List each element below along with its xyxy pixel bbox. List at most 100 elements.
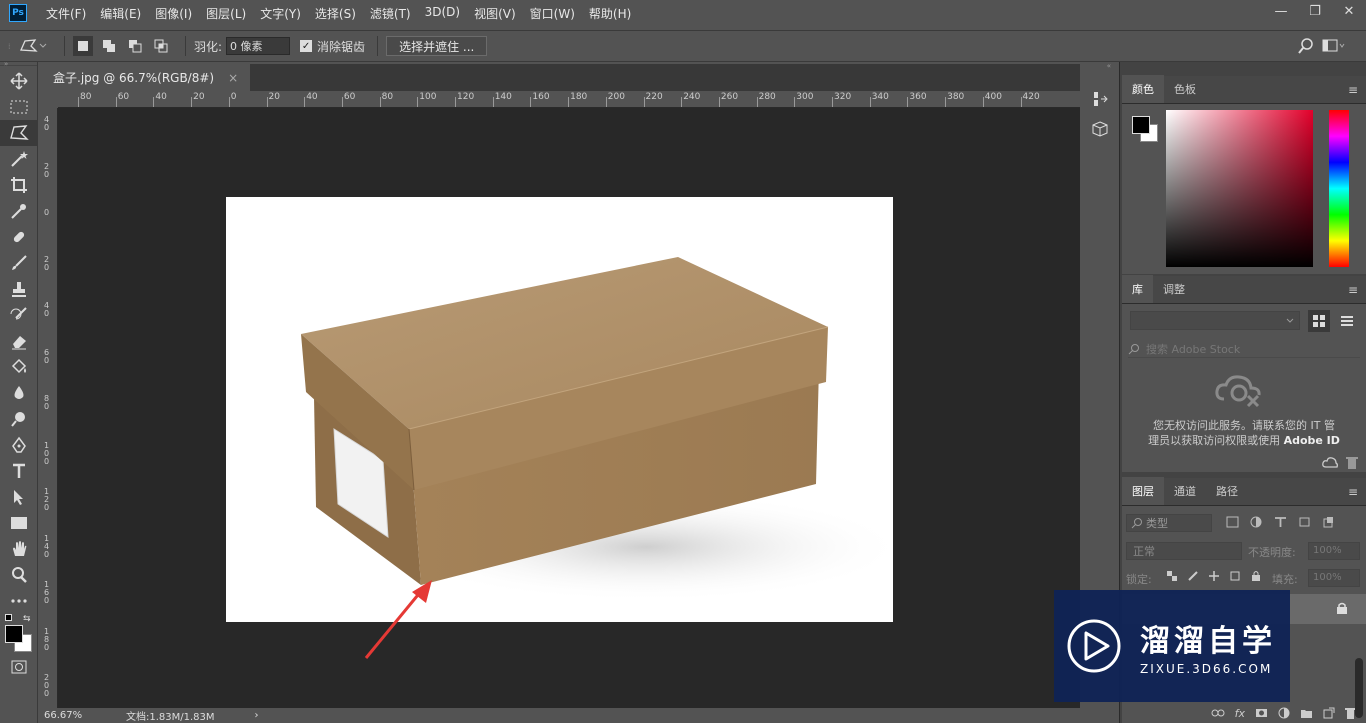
stock-search[interactable]: 搜索 Adobe Stock [1128, 340, 1360, 358]
canvas-area[interactable] [58, 108, 1080, 708]
menu-edit[interactable]: 编辑(E) [100, 5, 141, 22]
crop-tool-icon[interactable] [0, 172, 38, 198]
ruler-tick-label: 60 [117, 92, 130, 102]
collapse-icon[interactable]: « [1080, 62, 1119, 72]
layers-scrollbar[interactable] [1355, 658, 1363, 718]
history-brush-tool-icon[interactable] [0, 302, 38, 328]
foreground-color-swatch[interactable] [5, 625, 23, 643]
workspace-icon[interactable] [1322, 38, 1346, 57]
list-view-icon[interactable] [1336, 310, 1358, 332]
document-tab-bar: 盒子.jpg @ 66.7%(RGB/8#) × [41, 64, 1080, 91]
menu-layer[interactable]: 图层(L) [206, 5, 246, 22]
photoshop-logo-icon: Ps [9, 4, 27, 22]
ruler-tick-label: 340 [871, 92, 889, 102]
menu-file[interactable]: 文件(F) [46, 5, 86, 22]
restore-button[interactable]: ❐ [1298, 0, 1332, 22]
foreground-color-swatch[interactable] [1132, 116, 1150, 134]
panel-menu-icon[interactable]: ≡ [1348, 485, 1358, 499]
history-panel-icon[interactable] [1080, 84, 1119, 114]
tab-color[interactable]: 颜色 [1122, 75, 1164, 103]
horizontal-ruler[interactable]: 80 60 40 20 0 20 40 60 80 100 120 140 160 180 200 220 24… [58, 91, 1080, 108]
polygonal-lasso-tool-icon[interactable] [0, 120, 38, 146]
clone-stamp-tool-icon[interactable] [0, 276, 38, 302]
status-menu-arrow-icon[interactable]: › [255, 710, 259, 721]
ruler-tick-mark [907, 97, 909, 107]
tab-channels[interactable]: 通道 [1164, 477, 1206, 505]
ruler-tick-label: 320 [834, 92, 852, 102]
intersect-selection-icon[interactable] [151, 36, 171, 56]
marquee-tool-icon[interactable] [0, 94, 38, 120]
brush-tool-icon[interactable] [0, 250, 38, 276]
feather-input[interactable]: 0 像素 [226, 37, 291, 55]
adobe-id-text[interactable]: Adobe ID [1284, 434, 1340, 447]
healing-brush-tool-icon[interactable] [0, 224, 38, 250]
search-icon[interactable] [1298, 38, 1314, 57]
menu-select[interactable]: 选择(S) [315, 5, 356, 22]
select-and-mask-button[interactable]: 选择并遮住 ... [386, 36, 488, 56]
fx-icon[interactable]: fx [1235, 707, 1245, 720]
hue-slider[interactable] [1329, 110, 1349, 267]
document-tab[interactable]: 盒子.jpg @ 66.7%(RGB/8#) × [41, 64, 251, 91]
tab-adjustments[interactable]: 调整 [1153, 275, 1195, 303]
eyedropper-tool-icon[interactable] [0, 198, 38, 224]
pen-tool-icon[interactable] [0, 432, 38, 458]
divider [185, 36, 186, 56]
swap-colors-icon[interactable]: ⇆ [23, 614, 31, 624]
blur-tool-icon[interactable] [0, 380, 38, 406]
menu-image[interactable]: 图像(I) [155, 5, 192, 22]
menu-3d[interactable]: 3D(D) [425, 5, 460, 22]
hand-tool-icon[interactable] [0, 536, 38, 562]
cloud-sync-icon[interactable] [1322, 456, 1338, 471]
type-filter-icon [1275, 517, 1286, 527]
panel-menu-icon[interactable]: ≡ [1348, 83, 1358, 97]
paint-bucket-tool-icon[interactable] [0, 354, 38, 380]
library-dropdown[interactable] [1130, 311, 1300, 330]
ruler-corner [41, 91, 58, 108]
path-selection-tool-icon[interactable] [0, 484, 38, 510]
color-field[interactable] [1166, 110, 1313, 267]
dodge-tool-icon[interactable] [0, 406, 38, 432]
image-canvas[interactable] [226, 197, 893, 622]
eraser-tool-icon[interactable] [0, 328, 38, 354]
antialias-checkbox[interactable]: ✓ [300, 40, 313, 52]
tab-swatches[interactable]: 色板 [1164, 75, 1206, 103]
menu-window[interactable]: 窗口(W) [530, 5, 575, 22]
toolbox-collapse-icon[interactable]: » [0, 61, 37, 68]
fill-input[interactable]: 100% [1308, 569, 1360, 587]
tab-close-icon[interactable]: × [228, 71, 238, 85]
add-to-selection-icon[interactable] [99, 36, 119, 56]
new-selection-icon[interactable] [73, 36, 93, 56]
type-tool-icon[interactable] [0, 458, 38, 484]
blend-mode-dropdown[interactable]: 正常 [1126, 542, 1242, 560]
opacity-input[interactable]: 100% [1308, 542, 1360, 560]
rectangle-tool-icon[interactable] [0, 510, 38, 536]
move-tool-icon[interactable] [0, 68, 38, 94]
subtract-from-selection-icon[interactable] [125, 36, 145, 56]
3d-panel-icon[interactable] [1080, 114, 1119, 144]
tab-layers[interactable]: 图层 [1122, 477, 1164, 505]
polygonal-lasso-preset-icon[interactable] [16, 36, 50, 56]
ruler-tick-label: 360 [909, 92, 927, 102]
zoom-tool-icon[interactable] [0, 562, 38, 588]
grid-view-icon[interactable] [1308, 310, 1330, 332]
menu-filter[interactable]: 滤镜(T) [370, 5, 411, 22]
trash-icon[interactable] [1346, 456, 1358, 472]
more-tools-icon[interactable] [0, 588, 38, 614]
ruler-tick-label: 100 [419, 92, 437, 102]
zoom-level[interactable]: 66.67% [44, 710, 104, 721]
quick-mask-icon[interactable] [0, 654, 38, 680]
menu-type[interactable]: 文字(Y) [260, 5, 301, 22]
tab-library[interactable]: 库 [1122, 275, 1153, 303]
menu-help[interactable]: 帮助(H) [589, 5, 631, 22]
tab-paths[interactable]: 路径 [1206, 477, 1248, 505]
magic-wand-tool-icon[interactable] [0, 146, 38, 172]
vertical-ruler[interactable]: 40 20 0 20 40 60 80 100 120 140 160 180 200 [41, 108, 58, 708]
minimize-button[interactable]: — [1264, 0, 1298, 22]
panel-menu-icon[interactable]: ≡ [1348, 283, 1358, 297]
document-tab-title: 盒子.jpg @ 66.7%(RGB/8#) [53, 71, 215, 85]
close-button[interactable]: ✕ [1332, 0, 1366, 22]
ruler-tick-mark [266, 97, 268, 107]
layer-filter-dropdown[interactable]: 类型 [1126, 514, 1212, 532]
menu-view[interactable]: 视图(V) [474, 5, 516, 22]
default-colors-icon[interactable] [5, 614, 12, 621]
